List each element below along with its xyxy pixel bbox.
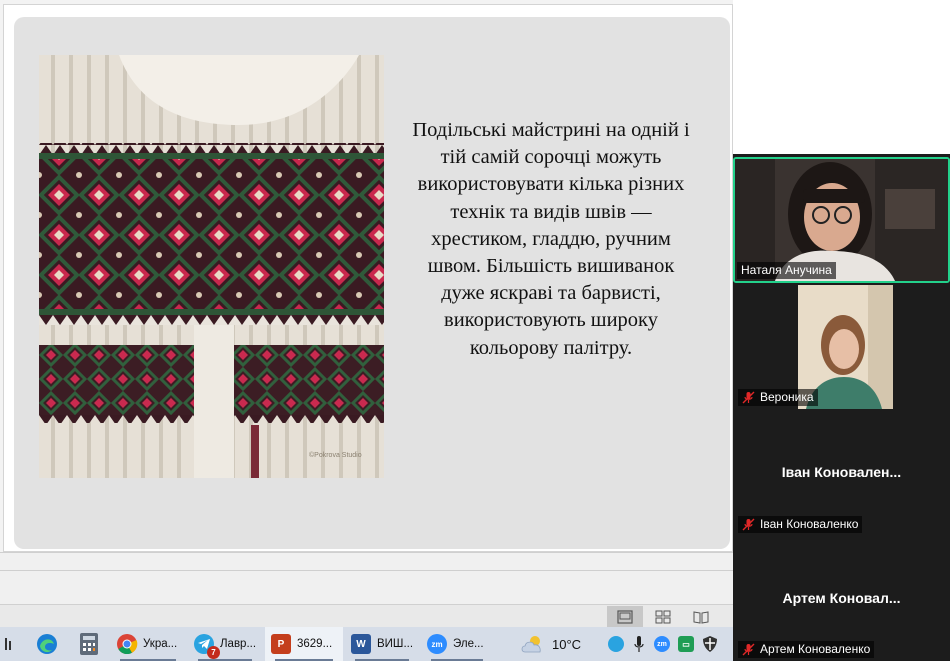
cloud-icon <box>521 636 541 653</box>
taskbar-chrome[interactable]: Укра... <box>110 627 186 661</box>
notes-divider <box>0 570 733 571</box>
participant-name: Наталя Анучина <box>741 263 832 277</box>
participant-name-tag: Артем Коноваленко <box>738 641 875 658</box>
status-bar <box>0 604 733 627</box>
slide-text[interactable]: Подільські майстрині на одній і тій самі… <box>406 117 696 362</box>
weather-temp: 10°C <box>552 636 582 652</box>
tray-microphone-icon[interactable] <box>631 636 647 652</box>
taskbar: Укра... 7 Лавр... P 3629... W ВИШ... zm … <box>0 627 733 661</box>
taskbar-word[interactable]: W ВИШ... <box>345 627 419 661</box>
embroidery-photo: ©Pokrova Studio <box>39 55 384 478</box>
participant-tile[interactable]: Іван Коновален... Іван Коноваленко <box>733 411 950 536</box>
participant-display-name: Іван Коновален... <box>781 464 902 480</box>
taskbar-telegram[interactable]: 7 Лавр... <box>188 627 262 661</box>
slide-canvas[interactable]: ©Pokrova Studio Подільські майстрині на … <box>3 4 733 552</box>
reading-view-button[interactable] <box>683 606 719 627</box>
mic-muted-icon <box>742 518 755 531</box>
slide-sorter-button[interactable] <box>645 606 681 627</box>
normal-view-button[interactable] <box>607 606 643 627</box>
weather-widget[interactable]: 10°C <box>520 627 590 661</box>
powerpoint-window: ©Pokrova Studio Подільські майстрині на … <box>0 0 733 627</box>
zoom-icon: zm <box>427 634 447 654</box>
word-icon: W <box>351 634 371 654</box>
participant-tile[interactable]: Вероника <box>733 285 950 409</box>
photo-watermark: ©Pokrova Studio <box>309 451 362 459</box>
taskbar-label: Эле... <box>453 638 484 650</box>
participant-name: Вероника <box>760 390 814 404</box>
task-view-button[interactable] <box>0 627 18 661</box>
taskbar-label: 3629... <box>297 638 333 650</box>
telegram-icon: 7 <box>194 634 220 659</box>
calculator-icon <box>80 633 98 655</box>
taskbar-label: Укра... <box>143 638 178 650</box>
taskbar-zoom[interactable]: zm Эле... <box>421 627 493 661</box>
slide: ©Pokrova Studio Подільські майстрині на … <box>14 17 730 549</box>
mic-muted-icon <box>742 391 755 404</box>
taskbar-powerpoint[interactable]: P 3629... <box>265 627 343 661</box>
notes-pane[interactable] <box>0 552 733 604</box>
participant-tile-active[interactable]: Наталя Анучина <box>733 157 950 283</box>
taskbar-label: Лавр... <box>220 638 257 650</box>
participant-name-tag: Вероника <box>738 389 818 406</box>
participant-display-name: Артем Коновал... <box>782 590 901 606</box>
taskbar-edge[interactable] <box>28 627 66 661</box>
chrome-icon <box>117 634 138 655</box>
tray-app-icon[interactable]: ▭ <box>678 636 694 652</box>
participant-name: Іван Коноваленко <box>760 517 859 531</box>
participant-name-tag: Іван Коноваленко <box>738 516 863 533</box>
powerpoint-icon: P <box>271 634 291 654</box>
taskbar-calculator[interactable] <box>71 627 107 661</box>
participant-name-tag: Наталя Анучина <box>737 262 836 279</box>
reading-view-icon <box>693 610 709 624</box>
mic-muted-icon <box>742 643 755 656</box>
notification-badge: 7 <box>207 646 220 659</box>
zoom-participant-panel: Наталя Анучина Вероника Іван Коновален..… <box>733 0 950 661</box>
tray-zoom-icon[interactable]: zm <box>654 636 670 652</box>
normal-view-icon <box>617 609 633 624</box>
tray-telegram-icon[interactable] <box>608 636 624 652</box>
tray-security-icon[interactable] <box>702 636 718 652</box>
task-view-icon <box>5 638 11 650</box>
edge-icon <box>37 634 57 654</box>
taskbar-label: ВИШ... <box>377 638 414 650</box>
slide-sorter-icon <box>655 610 671 623</box>
participant-tile[interactable]: Артем Коновал... Артем Коноваленко <box>733 538 950 661</box>
participant-name: Артем Коноваленко <box>760 642 871 656</box>
